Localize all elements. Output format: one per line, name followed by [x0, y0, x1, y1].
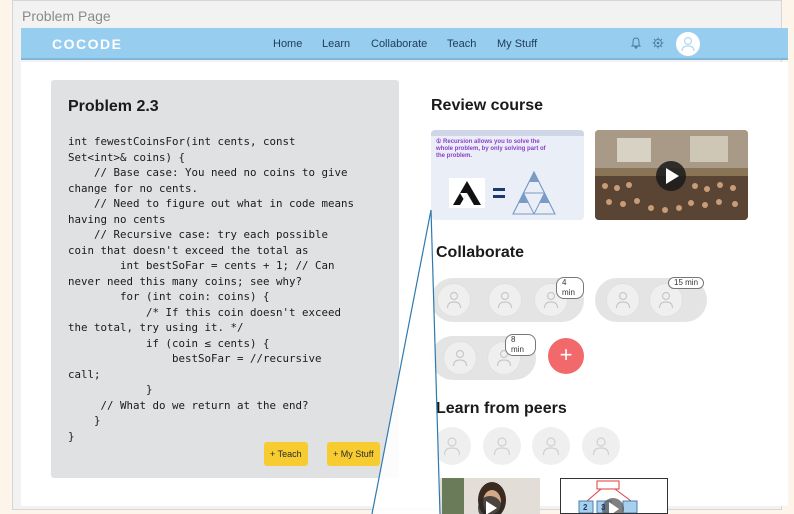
- bell-icon[interactable]: [630, 37, 642, 52]
- user-avatar-icon[interactable]: [676, 32, 700, 56]
- diagram-node-label: 3: [601, 503, 606, 512]
- time-badge: 15 min: [668, 277, 705, 289]
- peer-avatar-icon[interactable]: [483, 427, 521, 465]
- peer-video-diagram-image: [578, 480, 638, 513]
- peer-avatar-icon[interactable]: [582, 427, 620, 465]
- nav-home[interactable]: Home: [273, 38, 302, 50]
- nav-my-stuff[interactable]: My Stuff: [497, 38, 537, 50]
- my-stuff-button[interactable]: + My Stuff: [327, 442, 380, 466]
- collaborate-title: Collaborate: [436, 244, 525, 261]
- gear-icon[interactable]: [652, 37, 664, 52]
- top-navbar: COCODE Home Learn Collaborate Teach My S…: [21, 28, 788, 60]
- person-icon: [488, 283, 522, 317]
- time-badge: 8 min: [505, 334, 536, 356]
- time-badge: 4 min: [556, 277, 584, 299]
- peer-avatar-icon[interactable]: [433, 427, 471, 465]
- nav-collaborate[interactable]: Collaborate: [371, 38, 427, 50]
- peer-video-diagram-thumbnail[interactable]: 2 3: [560, 478, 668, 514]
- nav-teach[interactable]: Teach: [447, 38, 476, 50]
- peer-video-person-image: [440, 478, 540, 514]
- collab-group-3[interactable]: 8 min: [431, 334, 536, 380]
- problem-panel: Problem 2.3 int fewestCoinsFor(int cents…: [51, 80, 399, 478]
- collab-group-1[interactable]: 4 min: [431, 277, 584, 322]
- peer-avatar-icon[interactable]: [532, 427, 570, 465]
- collab-group-2[interactable]: 15 min: [595, 277, 707, 322]
- peer-video-person-thumbnail[interactable]: [440, 478, 540, 514]
- problem-title: Problem 2.3: [68, 98, 159, 115]
- diagram-node-label: 2: [583, 503, 588, 512]
- person-icon: [606, 283, 640, 317]
- app-logo[interactable]: COCODE: [52, 36, 122, 52]
- lecture-hall-video-thumbnail[interactable]: [595, 130, 748, 220]
- lecture-hall-image: [595, 130, 748, 220]
- add-group-button[interactable]: +: [548, 338, 584, 374]
- recursion-slide-thumbnail[interactable]: ① Recursion allows you to solve the whol…: [431, 130, 584, 220]
- review-course-title: Review course: [431, 97, 544, 114]
- teach-button[interactable]: + Teach: [264, 442, 308, 466]
- nav-learn[interactable]: Learn: [322, 38, 350, 50]
- code-block[interactable]: int fewestCoinsFor(int cents, const Set<…: [68, 134, 393, 444]
- person-icon: [443, 341, 477, 375]
- learn-from-peers-title: Learn from peers: [436, 400, 567, 417]
- sierpinski-graphic: [449, 170, 556, 215]
- window-title: Problem Page: [22, 8, 111, 24]
- person-icon: [437, 283, 471, 317]
